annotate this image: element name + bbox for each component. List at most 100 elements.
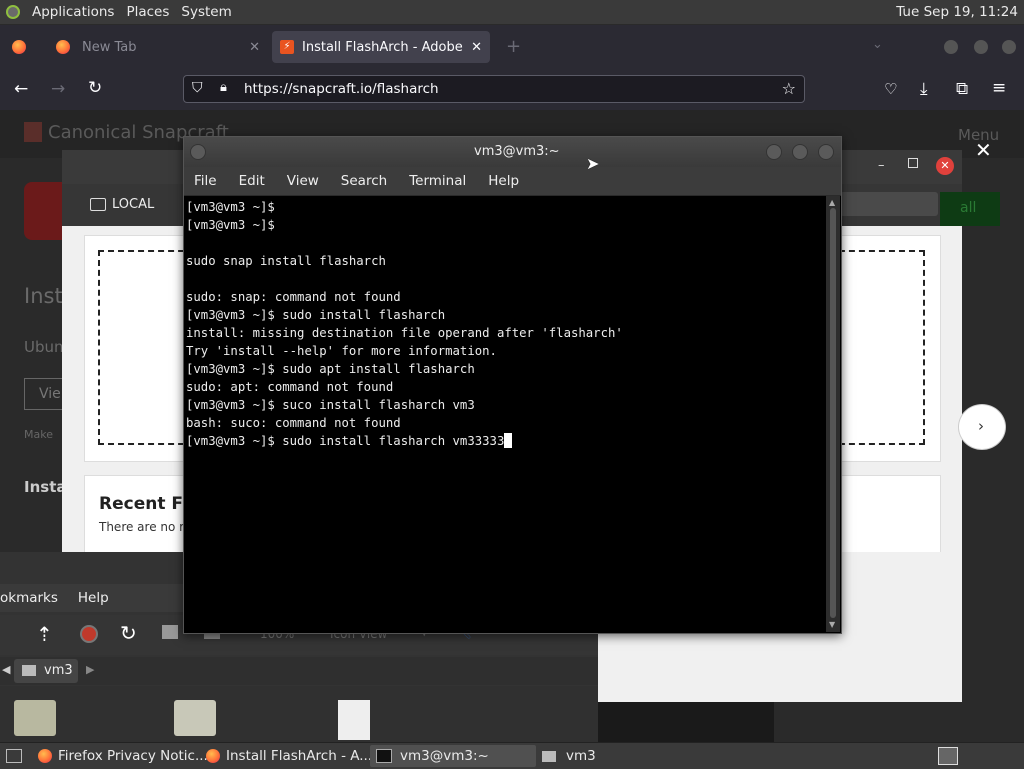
terminal-window: vm3@vm3:~ File Edit View Search Terminal… <box>183 136 842 634</box>
taskbar-item-label: vm3 <box>566 748 596 764</box>
window-close-button[interactable] <box>1002 40 1016 54</box>
list-tabs-chevron-icon[interactable]: ⌄ <box>872 37 883 52</box>
bookmark-star-icon[interactable]: ☆ <box>782 79 796 98</box>
terminal-minimize-button[interactable] <box>766 144 782 160</box>
terminal-line: [vm3@vm3 ~]$ suco install flasharch vm3 <box>186 398 475 412</box>
lock-icon[interactable]: 🔒︎ <box>220 80 227 95</box>
clock[interactable]: Tue Sep 19, 11:24 <box>896 4 1018 20</box>
taskbar-item-terminal[interactable]: vm3@vm3:~ <box>370 745 536 767</box>
firefox-icon <box>56 40 70 54</box>
new-tab-plus-icon[interactable]: + <box>506 36 521 57</box>
desktop-folder-icon[interactable] <box>14 700 56 736</box>
firefox-icon <box>38 749 52 763</box>
terminal-menu-help[interactable]: Help <box>488 173 519 189</box>
dialog-maximize-button[interactable] <box>908 158 918 168</box>
view-button-peek[interactable]: Vie <box>24 378 64 410</box>
tab-new-tab[interactable]: New Tab ✕ <box>52 31 270 63</box>
window-maximize-button[interactable] <box>974 40 988 54</box>
document-file-icon[interactable] <box>338 700 370 740</box>
terminal-menu-edit[interactable]: Edit <box>239 173 265 189</box>
path-right-arrow-icon[interactable]: ▶ <box>86 663 94 676</box>
terminal-menu-terminal[interactable]: Terminal <box>409 173 466 189</box>
terminal-scrollbar[interactable]: ▲ ▼ <box>826 196 840 632</box>
app-menu-icon[interactable]: ≡ <box>992 78 1006 98</box>
terminal-menu-button[interactable] <box>190 144 206 160</box>
overlay-close-icon[interactable]: ✕ <box>975 138 992 162</box>
url-bar[interactable]: ⛉ 🔒︎ https://snapcraft.io/flasharch ☆ <box>183 75 805 103</box>
workspace-switcher-icon[interactable] <box>938 747 958 765</box>
search-field[interactable] <box>840 192 938 216</box>
tracking-shield-icon[interactable]: ⛉ <box>192 80 203 96</box>
scroll-up-icon[interactable]: ▲ <box>829 198 835 207</box>
taskbar-item-vm3-folder[interactable]: vm3 <box>542 745 596 767</box>
terminal-menu-view[interactable]: View <box>287 173 319 189</box>
taskbar-item-label: vm3@vm3:~ <box>400 748 489 764</box>
terminal-maximize-button[interactable] <box>792 144 808 160</box>
taskbar: Firefox Privacy Notic... Install FlashAr… <box>0 742 1024 769</box>
taskbar-item-firefox-privacy[interactable]: Firefox Privacy Notic... <box>38 745 208 767</box>
text-cursor <box>504 433 513 448</box>
back-arrow-icon[interactable]: ← <box>14 79 28 99</box>
terminal-input[interactable]: [vm3@vm3 ~]$ sudo install flasharch vm33… <box>186 434 504 448</box>
local-tab[interactable]: LOCAL <box>112 197 154 212</box>
system-menu[interactable]: System <box>181 4 231 20</box>
taskbar-item-label: Firefox Privacy Notic... <box>58 748 208 764</box>
scrollbar-thumb[interactable] <box>830 208 836 618</box>
reload-icon[interactable]: ↻ <box>88 78 102 98</box>
show-desktop-icon[interactable] <box>6 749 22 763</box>
tab-label: Install FlashArch - Adobe Fl <box>302 39 467 55</box>
background-dark-strip <box>598 702 774 742</box>
dialog-close-button[interactable]: ✕ <box>936 157 954 175</box>
terminal-line: sudo: apt: command not found <box>186 380 394 394</box>
pocket-icon[interactable]: ♡ <box>884 80 897 98</box>
taskbar-item-install-flasharch[interactable]: Install FlashArch - A... <box>206 745 372 767</box>
terminal-line: [vm3@vm3 ~]$ <box>186 218 275 232</box>
go-up-icon[interactable]: ⇡ <box>36 622 53 646</box>
help-menu[interactable]: Help <box>78 590 109 606</box>
applications-menu[interactable]: Applications <box>32 4 114 20</box>
terminal-menu-search[interactable]: Search <box>341 173 387 189</box>
distro-logo-icon[interactable] <box>6 5 20 19</box>
install-button[interactable]: all <box>940 192 1000 226</box>
page-left-peek: Inst Ubun Vie Make Insta <box>0 158 66 552</box>
terminal-current-line[interactable]: [vm3@vm3 ~]$ sudo install flasharch vm33… <box>186 432 826 450</box>
terminal-icon <box>376 749 392 763</box>
install-peek: Insta <box>24 478 67 496</box>
terminal-menu-file[interactable]: File <box>194 173 217 189</box>
mouse-pointer-icon: ➤ <box>586 154 600 173</box>
home-icon[interactable] <box>162 625 178 639</box>
terminal-line: sudo: snap: command not found <box>186 290 401 304</box>
path-button-vm3[interactable]: vm3 <box>14 659 78 683</box>
dialog-minimize-button[interactable]: – <box>878 158 885 173</box>
close-tab-icon[interactable]: ✕ <box>249 40 260 55</box>
stop-icon[interactable] <box>80 625 98 643</box>
carousel-next-button[interactable]: › <box>958 404 1006 450</box>
terminal-line: [vm3@vm3 ~]$ sudo install flasharch <box>186 308 446 322</box>
terminal-line: [vm3@vm3 ~]$ <box>186 200 275 214</box>
downloads-icon[interactable]: ⤓ <box>920 79 928 99</box>
extensions-icon[interactable]: ⧉ <box>956 79 968 99</box>
reload-icon[interactable]: ↻ <box>120 621 137 645</box>
forward-arrow-icon[interactable]: → <box>51 79 65 99</box>
terminal-titlebar[interactable]: vm3@vm3:~ <box>184 137 841 167</box>
close-tab-icon[interactable]: ✕ <box>471 40 482 55</box>
scroll-down-icon[interactable]: ▼ <box>829 620 835 629</box>
firefox-view-icon[interactable] <box>12 40 26 54</box>
terminal-line: [vm3@vm3 ~]$ sudo apt install flasharch <box>186 362 475 376</box>
folder-icon <box>542 750 556 762</box>
tab-install-flasharch[interactable]: ⚡ Install FlashArch - Adobe Fl ✕ <box>272 31 490 63</box>
window-minimize-button[interactable] <box>944 40 958 54</box>
folder-icon[interactable] <box>174 700 216 736</box>
bookmarks-menu[interactable]: okmarks <box>0 590 58 606</box>
url-text[interactable]: https://snapcraft.io/flasharch <box>244 81 439 97</box>
path-left-arrow-icon[interactable]: ◀ <box>2 663 10 676</box>
chevron-right-icon: › <box>978 417 984 435</box>
terminal-output[interactable]: [vm3@vm3 ~]$ [vm3@vm3 ~]$ sudo snap insta… <box>184 196 826 630</box>
places-menu[interactable]: Places <box>126 4 169 20</box>
terminal-close-button[interactable] <box>818 144 834 160</box>
snapcraft-logo-icon <box>24 122 42 142</box>
snapcraft-favicon-icon: ⚡ <box>280 40 294 54</box>
taskbar-item-label: Install FlashArch - A... <box>226 748 373 764</box>
